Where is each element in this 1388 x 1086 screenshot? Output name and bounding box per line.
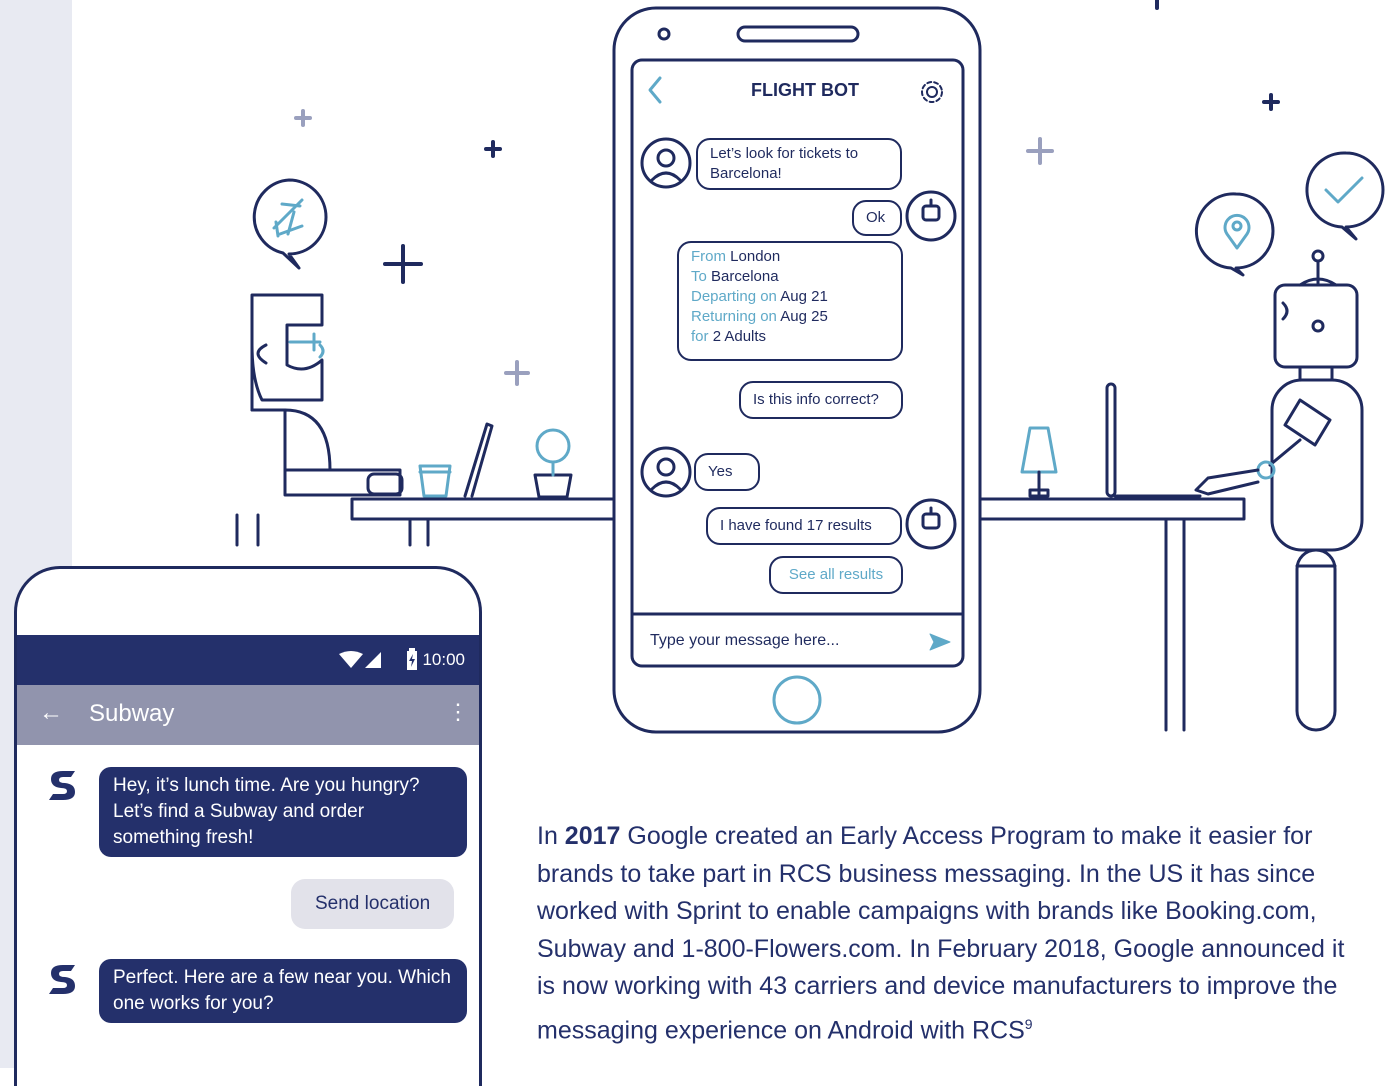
button-label: See all results [788, 566, 884, 583]
bot-avatar-icon [905, 190, 957, 242]
bot-avatar-icon [905, 498, 957, 550]
message-input[interactable]: Type your message here... [650, 632, 839, 650]
user-avatar-icon [640, 446, 692, 498]
gear-icon[interactable] [921, 81, 943, 103]
message-text: Hey, it’s lunch time. Are you hungry? Le… [113, 775, 420, 848]
to-label: To [691, 268, 707, 285]
message-text: I have found 17 results [720, 517, 872, 534]
user-avatar-icon [640, 137, 692, 189]
depart-value: Aug 21 [780, 288, 828, 305]
to-value: Barcelona [711, 268, 779, 285]
plus-icon [383, 244, 423, 284]
paragraph-year: 2017 [564, 822, 621, 850]
more-options-icon[interactable]: ⋮ [447, 699, 469, 725]
plus-icon [294, 109, 312, 127]
send-icon[interactable] [926, 630, 954, 654]
desk-right [978, 382, 1246, 732]
depart-label: Departing on [691, 288, 777, 305]
clock: 10:00 [422, 650, 465, 669]
message-bot-ok: Ok [852, 200, 902, 236]
button-label: Send location [315, 893, 431, 914]
message-bot-1: Hey, it’s lunch time. Are you hungry? Le… [99, 767, 467, 857]
subway-logo-icon [49, 771, 75, 800]
message-text: Yes [708, 463, 733, 480]
footnote-marker[interactable]: 9 [1025, 1016, 1033, 1032]
from-value: London [730, 248, 781, 265]
location-pin-bubble-icon [1194, 192, 1275, 277]
plane-speech-bubble-icon [252, 178, 328, 270]
from-label: From [691, 248, 726, 265]
for-value: 2 Adults [712, 328, 767, 345]
flight-summary-card: From London To Barcelona Departing on Au… [677, 241, 903, 361]
message-text: Perfect. Here are a few near you. Which … [113, 967, 451, 1014]
conversation-title: Subway [89, 700, 175, 727]
return-label: Returning on [691, 308, 777, 325]
message-confirm: Is this info correct? [739, 381, 903, 419]
message-text: Is this info correct? [753, 391, 879, 408]
subway-phone: 10:00 ← Subway ⋮ Hey, it’s lunch time. A… [14, 566, 482, 1086]
app-bar: ← Subway ⋮ [17, 685, 479, 745]
message-bot-2: Perfect. Here are a few near you. Which … [99, 959, 467, 1023]
paragraph-body: Google created an Early Access Program t… [537, 822, 1345, 1044]
message-user-1: Let’s look for tickets to Barcelona! [696, 138, 902, 190]
message-text: Ok [866, 209, 886, 226]
man-figure [235, 293, 404, 547]
for-label: for [691, 328, 709, 345]
robot-figure [1194, 249, 1364, 732]
battery-icon [407, 648, 417, 670]
flight-bot-title: FLIGHT BOT [751, 80, 859, 100]
return-value: Aug 25 [780, 308, 828, 325]
message-results: I have found 17 results [706, 507, 902, 545]
plus-icon [1262, 93, 1280, 111]
send-location-button[interactable]: Send location [291, 879, 455, 929]
desk-left [350, 422, 616, 547]
body-paragraph: In 2017 Google created an Early Access P… [537, 818, 1367, 1049]
plus-icon [504, 360, 530, 386]
paragraph-intro: In [537, 822, 565, 850]
back-chevron-icon[interactable] [640, 74, 670, 108]
plus-icon [1026, 137, 1054, 165]
message-text: Let’s look for tickets to Barcelona! [710, 145, 859, 182]
see-all-results-button[interactable]: See all results [769, 556, 903, 594]
flight-bot-phone-frame [612, 6, 982, 734]
wifi-signal-icon [339, 651, 381, 668]
plus-icon [484, 140, 502, 158]
subway-logo-icon [49, 965, 75, 994]
back-arrow-icon[interactable]: ← [39, 699, 63, 727]
message-user-yes: Yes [694, 453, 760, 491]
status-bar: 10:00 [17, 635, 479, 685]
checkmark-bubble-icon [1305, 151, 1385, 241]
